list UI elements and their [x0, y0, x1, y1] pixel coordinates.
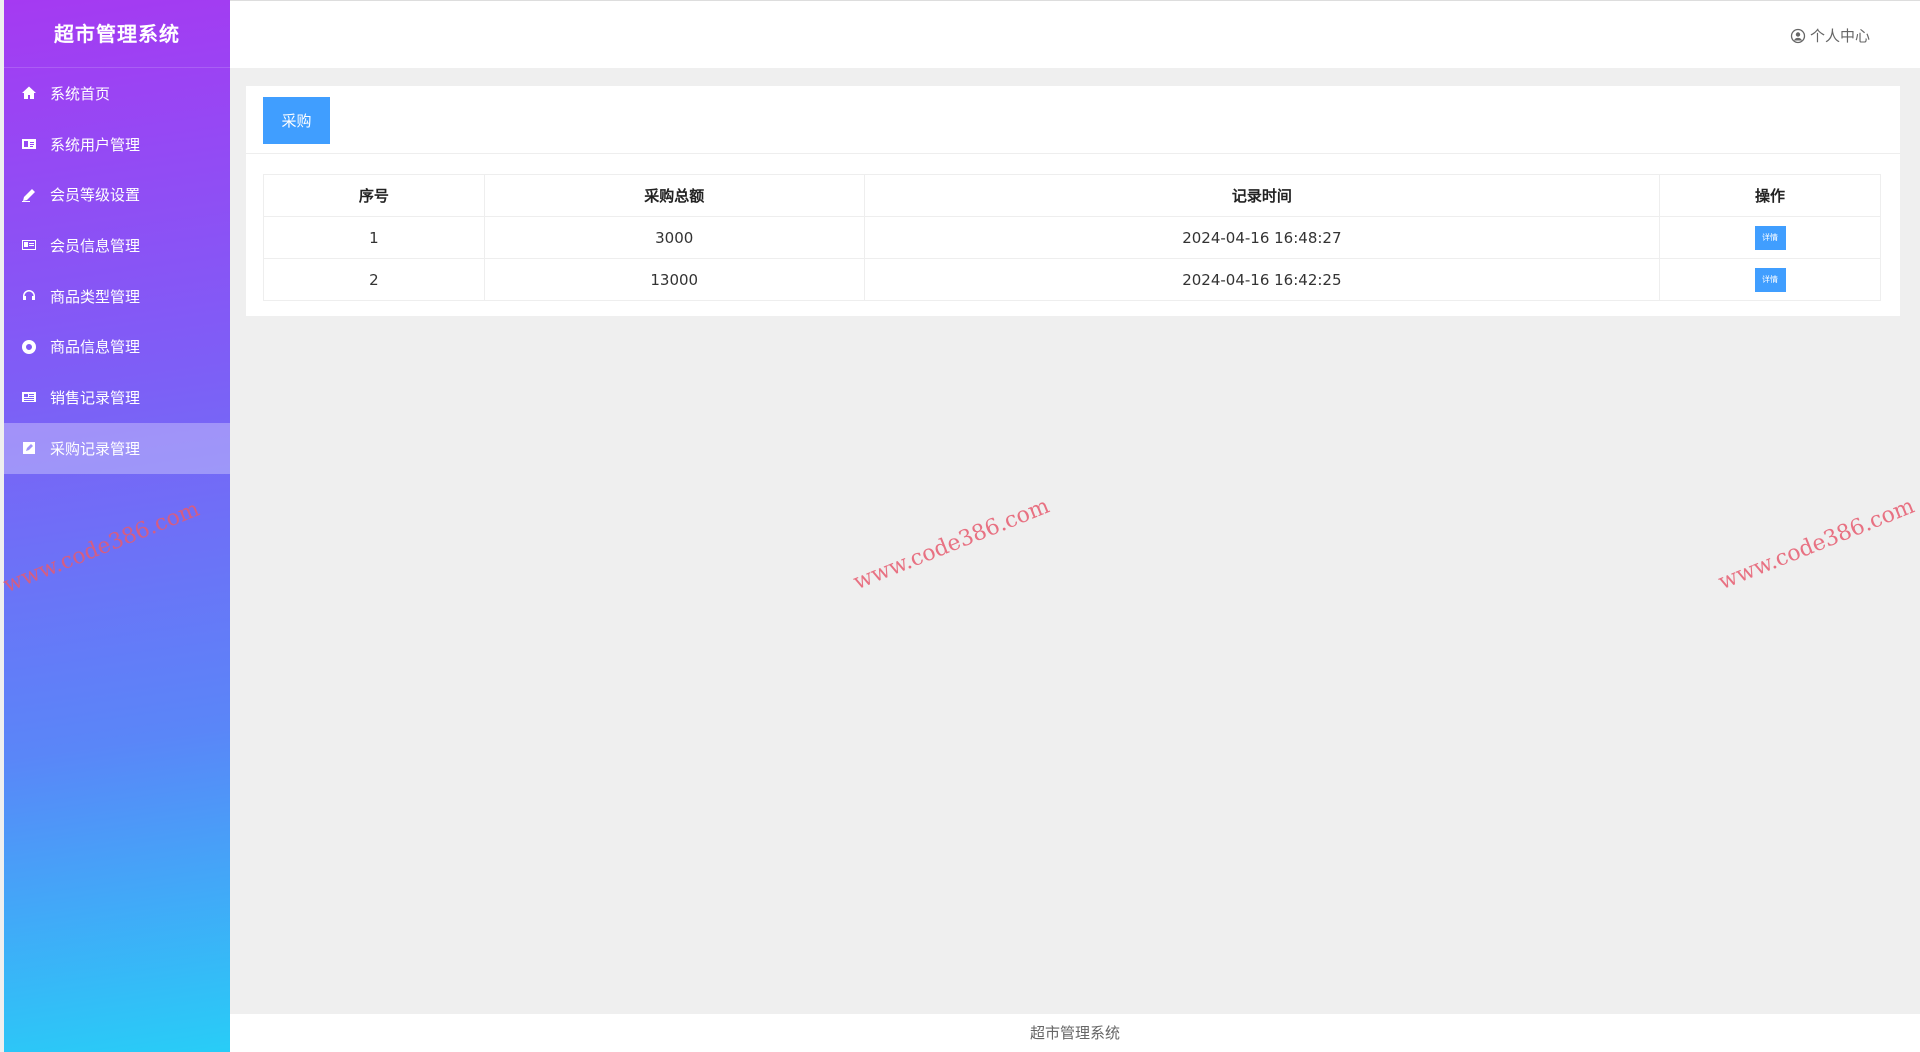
cell-total: 13000	[483, 258, 865, 301]
sidebar-item-label: 商品信息管理	[50, 338, 141, 357]
table-row: 2 13000 2024-04-16 16:42:25 详情	[263, 258, 1881, 301]
column-header-action: 操作	[1659, 174, 1881, 217]
cell-index: 2	[263, 258, 485, 301]
detail-button[interactable]: 详情	[1754, 225, 1786, 250]
page-footer: 超市管理系统	[230, 1014, 1920, 1052]
pencil-icon	[20, 186, 38, 204]
column-header-total: 采购总额	[483, 174, 865, 217]
home-icon	[20, 84, 38, 102]
cell-time: 2024-04-16 16:48:27	[863, 216, 1661, 259]
headset-icon	[20, 287, 38, 305]
watermark-text: www.code386.com	[1715, 493, 1919, 596]
sidebar-item-member-info[interactable]: 会员信息管理	[4, 220, 230, 271]
table-header-row: 序号 采购总额 记录时间 操作	[263, 174, 1881, 217]
sidebar-item-label: 系统用户管理	[50, 135, 141, 154]
edit-icon	[20, 439, 38, 457]
cell-index: 1	[263, 216, 485, 259]
cell-time: 2024-04-16 16:42:25	[863, 258, 1661, 301]
detail-button[interactable]: 详情	[1754, 267, 1786, 292]
address-card-icon	[20, 236, 38, 254]
cell-total: 3000	[483, 216, 865, 259]
sidebar-item-label: 系统首页	[50, 84, 111, 103]
sidebar-item-sales-record[interactable]: 销售记录管理	[4, 372, 230, 423]
sidebar-item-label: 商品类型管理	[50, 287, 141, 306]
user-center-link[interactable]: 个人中心	[1790, 25, 1870, 46]
column-header-index: 序号	[263, 174, 485, 217]
top-header: 个人中心	[230, 0, 1920, 68]
cell-action: 详情	[1659, 258, 1881, 301]
app-logo-title: 超市管理系统	[4, 0, 230, 68]
table-row: 1 3000 2024-04-16 16:48:27 详情	[263, 216, 1881, 259]
sidebar-item-label: 销售记录管理	[50, 388, 141, 407]
sidebar-item-label: 会员等级设置	[50, 186, 141, 205]
lifebuoy-icon	[20, 338, 38, 356]
sidebar-item-purchase-record[interactable]: 采购记录管理	[4, 422, 230, 474]
watermark-text: www.code386.com	[850, 493, 1054, 596]
sidebar: 超市管理系统 系统首页 系统用户管理 会员等级设置 会员信息管理 商品类型管理 …	[4, 0, 230, 1052]
purchase-button[interactable]: 采购	[263, 97, 330, 144]
sidebar-item-users[interactable]: 系统用户管理	[4, 119, 230, 170]
newspaper-icon	[20, 388, 38, 406]
sidebar-item-label: 采购记录管理	[50, 439, 141, 458]
sidebar-item-member-level[interactable]: 会员等级设置	[4, 169, 230, 220]
toolbar: 采购	[246, 86, 1900, 154]
cell-action: 详情	[1659, 216, 1881, 259]
sidebar-menu: 系统首页 系统用户管理 会员等级设置 会员信息管理 商品类型管理 商品信息管理 …	[4, 68, 230, 474]
content-card: 采购 序号 采购总额 记录时间 操作 1 3000 2024-04-16 16:…	[246, 86, 1900, 316]
sidebar-item-label: 会员信息管理	[50, 236, 141, 255]
purchase-record-table: 序号 采购总额 记录时间 操作 1 3000 2024-04-16 16:48:…	[263, 174, 1881, 301]
user-center-label: 个人中心	[1809, 27, 1870, 45]
sidebar-item-home[interactable]: 系统首页	[4, 68, 230, 119]
user-circle-icon	[1790, 28, 1806, 43]
id-card-icon	[20, 135, 38, 153]
sidebar-item-product-type[interactable]: 商品类型管理	[4, 271, 230, 322]
column-header-time: 记录时间	[863, 174, 1661, 217]
sidebar-item-product-info[interactable]: 商品信息管理	[4, 321, 230, 372]
